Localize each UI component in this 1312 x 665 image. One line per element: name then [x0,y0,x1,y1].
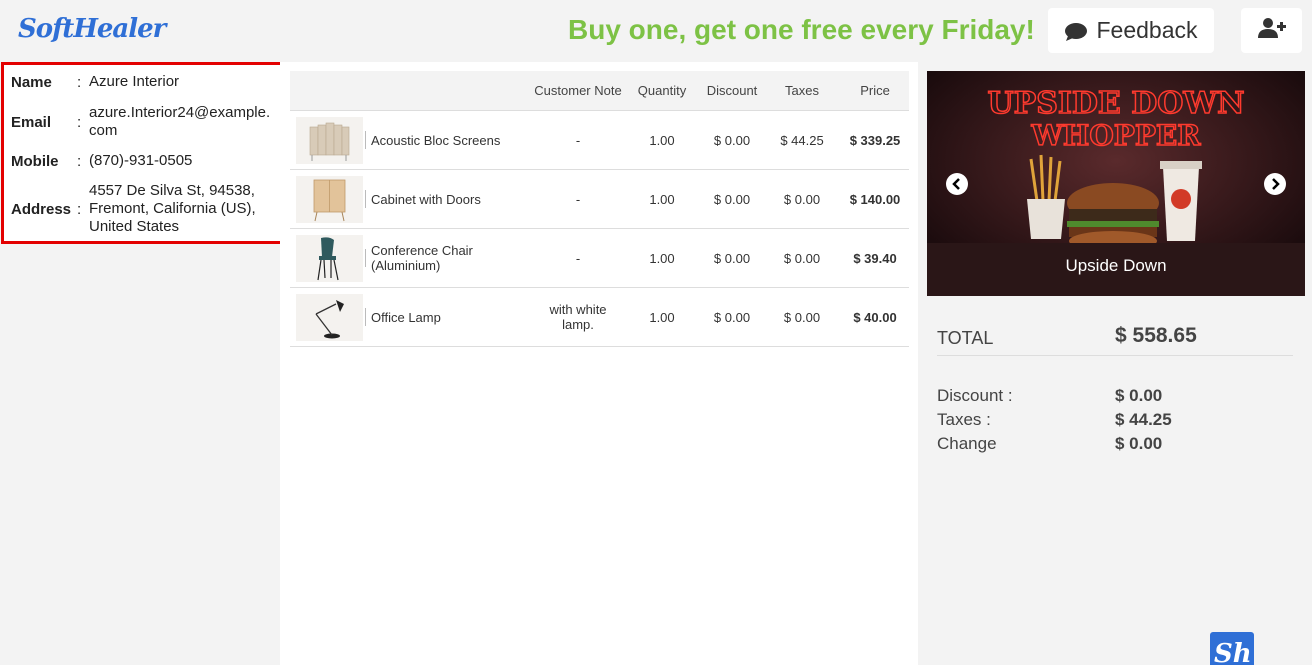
taxes: $ 0.00 [783,250,821,266]
quantity: 1.00 [649,132,675,148]
customer-address: 4557 De Silva St, 94538, Fremont, Califo… [89,182,256,235]
product-name: Acoustic Bloc Screens [371,132,501,148]
customer-note: - [575,191,581,207]
customer-address-row: Address : 4557 De Silva St, 94538, Fremo… [11,182,274,236]
taxes-label: Taxes : [937,410,991,429]
customer-name: Azure Interior [89,73,180,90]
change-amount: $ 0.00 [1115,434,1163,453]
divider [365,249,366,267]
change-row: Change $ 0.00 [937,434,1293,458]
mobile-label: Mobile [11,152,59,170]
softhealer-badge-icon: Sh [1210,632,1254,665]
order-table-header: Customer Note Quantity Discount Taxes Pr… [290,71,909,111]
chevron-left-icon [952,178,960,190]
divider [365,131,366,149]
promo-message: Buy one, get one free every Friday! [568,14,1035,45]
price: $ 339.25 [849,132,901,148]
email-label: Email [11,113,52,131]
feedback-button[interactable]: Feedback [1048,8,1214,53]
user-plus-icon [1257,17,1286,44]
column-price: Price [860,83,890,98]
chevron-right-icon [1272,178,1280,190]
cabinet-image [296,176,363,223]
discount: $ 0.00 [713,309,751,325]
taxes-amount: $ 44.25 [1115,410,1172,429]
customer-mobile-row: Mobile : (870)-931-0505 [11,152,274,170]
column-quantity: Quantity [637,83,687,98]
taxes: $ 44.25 [780,132,824,148]
customer-email-row: Email : azure.Interior24@example.com [11,104,274,140]
customer-note: with white lamp. [549,302,607,332]
promo-carousel[interactable]: UPSIDE DOWN WHOPPER Upside Down [927,71,1305,296]
order-line[interactable]: Conference Chair (Aluminium) - 1.00 $ 0.… [290,229,909,288]
name-label: Name [11,73,52,91]
customer-details-panel: Name : Azure Interior Email : azure.Inte… [1,62,283,244]
separator: : [77,73,82,91]
customer-name-row: Name : Azure Interior [11,73,274,91]
chat-bubble-icon [1064,21,1088,41]
price: $ 40.00 [853,309,897,325]
customer-mobile: (870)-931-0505 [89,152,193,169]
change-label: Change [937,434,997,453]
order-line[interactable]: Cabinet with Doors - 1.00 $ 0.00 $ 0.00 … [290,170,909,229]
taxes: $ 0.00 [783,309,821,325]
order-lines-panel: Customer Note Quantity Discount Taxes Pr… [280,62,918,665]
divider [365,190,366,208]
office-lamp-image [296,294,363,341]
total-amount: $ 558.65 [1115,324,1197,347]
banner-title-line2: WHOPPER [1030,119,1201,152]
column-taxes: Taxes [785,83,819,98]
column-discount: Discount [706,83,758,98]
order-line[interactable]: Acoustic Bloc Screens - 1.00 $ 0.00 $ 44… [290,111,909,170]
add-customer-button[interactable] [1241,8,1302,53]
product-name: Office Lamp [371,309,441,325]
address-label: Address [11,200,72,218]
discount: $ 0.00 [713,132,751,148]
order-summary: TOTAL $ 558.65 Discount : $ 0.00 Taxes :… [937,320,1293,458]
product-name: Conference Chair (Aluminium) [371,243,473,273]
column-customer-note: Customer Note [534,83,622,98]
total-row: TOTAL $ 558.65 [937,320,1293,356]
discount: $ 0.00 [713,250,751,266]
discount-amount: $ 0.00 [1115,386,1163,405]
product-name: Cabinet with Doors [371,191,481,207]
banner-title-line1: UPSIDE DOWN [987,86,1244,121]
quantity: 1.00 [649,250,675,266]
carousel-prev-button[interactable] [946,173,968,195]
price: $ 140.00 [849,191,901,207]
taxes-row: Taxes : $ 44.25 [937,410,1293,434]
quantity: 1.00 [649,309,675,325]
quantity: 1.00 [649,191,675,207]
customer-email: azure.Interior24@example.com [89,104,271,139]
discount: $ 0.00 [713,191,751,207]
conference-chair-image [296,235,363,282]
discount-row: Discount : $ 0.00 [937,386,1293,410]
separator: : [77,152,82,170]
customer-note: - [575,132,581,148]
discount-label: Discount : [937,386,1013,405]
taxes: $ 0.00 [783,191,821,207]
order-line[interactable]: Office Lamp with white lamp. 1.00 $ 0.00… [290,288,909,347]
svg-text:Sh: Sh [1214,639,1252,665]
price: $ 39.40 [853,250,897,266]
separator: : [77,113,82,131]
divider [365,308,366,326]
separator: : [77,200,82,218]
customer-note: - [575,250,581,266]
softhealer-logo: SoftHealer [18,14,166,44]
total-label: TOTAL [937,328,994,348]
feedback-label: Feedback [1096,17,1198,43]
carousel-next-button[interactable] [1264,173,1286,195]
carousel-caption: Upside Down [1065,256,1167,275]
acoustic-screen-image [296,117,363,164]
